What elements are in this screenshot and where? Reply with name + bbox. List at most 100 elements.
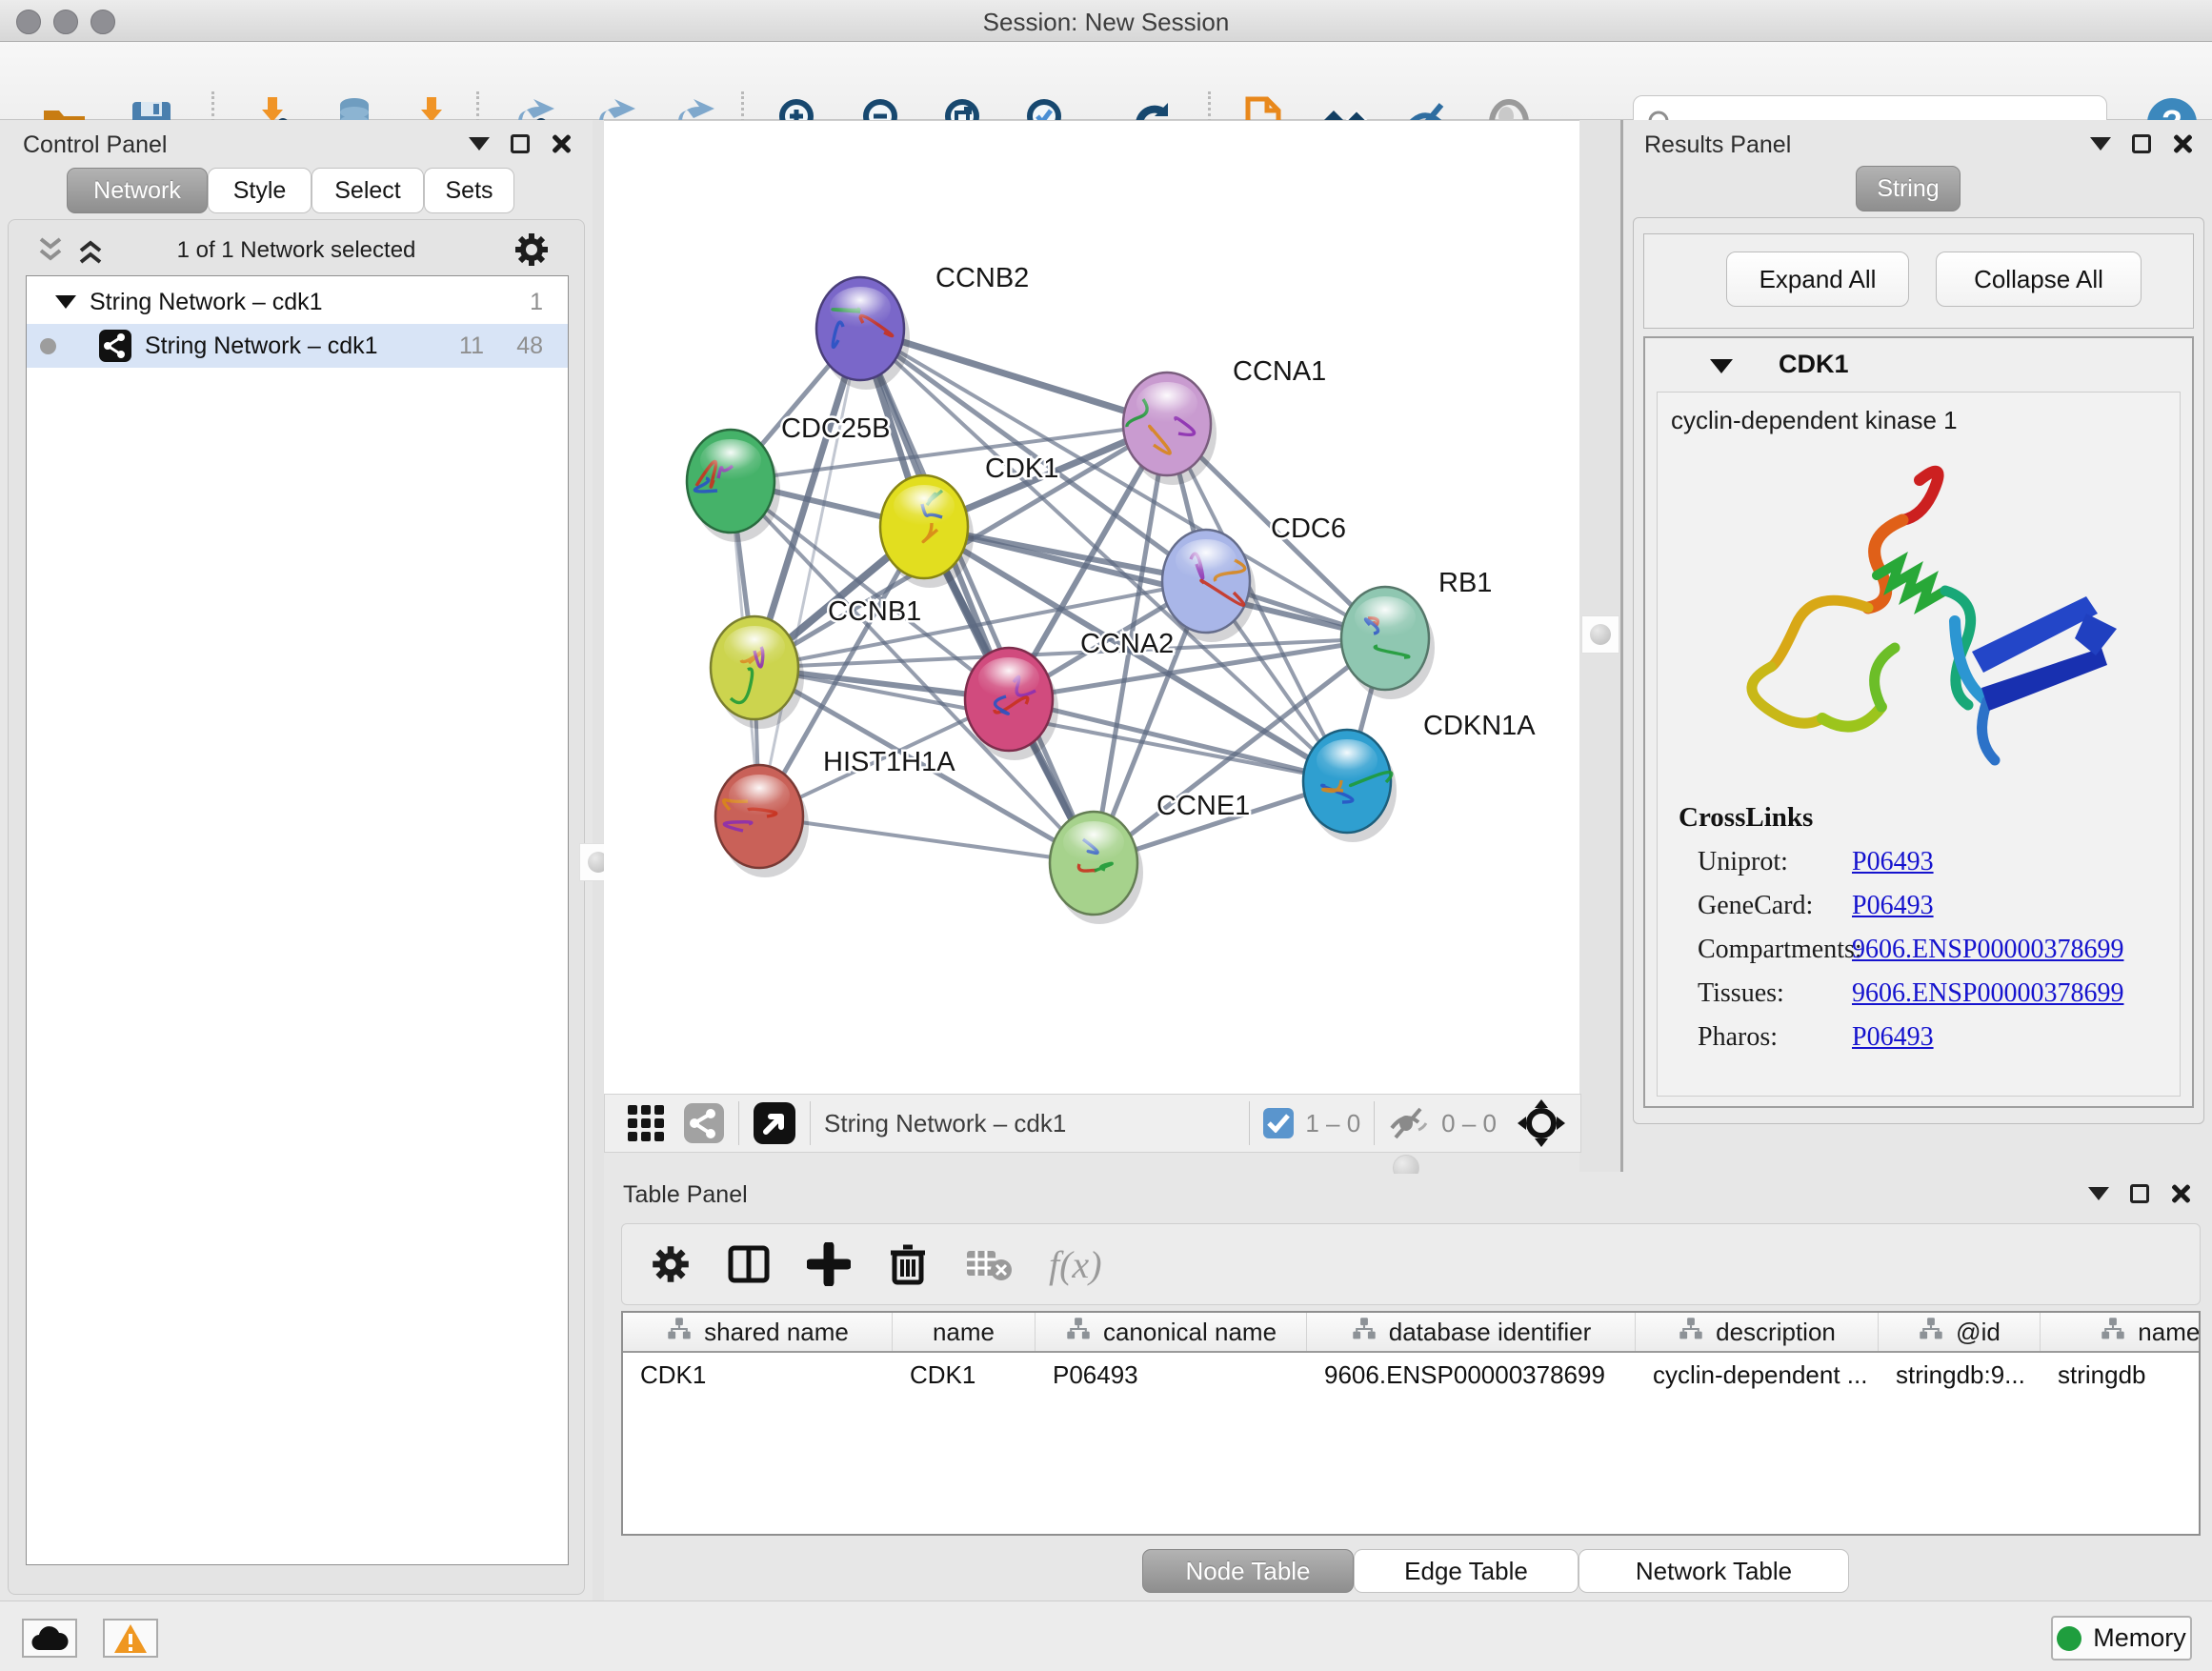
result-entry-header[interactable]: CDK1 <box>1645 344 2192 388</box>
network-node-CDKN1A[interactable]: CDKN1A <box>1303 711 1536 842</box>
control-panel-title: Control Panel <box>23 131 167 159</box>
table-cell[interactable]: stringdb <box>2041 1355 2201 1395</box>
network-node-RB1[interactable]: RB1 <box>1341 568 1492 699</box>
column-type-icon <box>1065 1317 1092 1348</box>
column-header-shared-name[interactable]: shared name <box>623 1313 893 1351</box>
node-label: CDK1 <box>985 453 1058 484</box>
entry-collapse-icon[interactable] <box>1710 359 1733 373</box>
network-tree: String Network – cdk1 1 String Network –… <box>26 275 569 1565</box>
column-header-database-identifier[interactable]: database identifier <box>1307 1313 1636 1351</box>
table-cell[interactable]: stringdb:9... <box>1879 1355 2041 1395</box>
crosslinks-title: CrossLinks <box>1679 802 2164 834</box>
birdseye-icon[interactable] <box>753 1101 796 1145</box>
network-node-HIST1H1A[interactable]: HIST1H1A <box>715 747 955 877</box>
node-table: shared name name canonical name database id… <box>621 1311 2201 1536</box>
tab-edge-table[interactable]: Edge Table <box>1354 1549 1579 1593</box>
network-collection-row[interactable]: String Network – cdk1 1 <box>27 280 568 324</box>
network-row-selected[interactable]: String Network – cdk1 11 48 <box>27 324 568 368</box>
tab-select[interactable]: Select <box>312 168 424 213</box>
panel-close-icon[interactable] <box>2170 1183 2191 1204</box>
tab-node-table[interactable]: Node Table <box>1142 1549 1354 1593</box>
panel-float-icon[interactable] <box>2130 1184 2149 1203</box>
tab-network[interactable]: Network <box>67 168 208 213</box>
crosslink-link[interactable]: 9606.ENSP00000378699 <box>1852 935 2123 965</box>
results-panel: Results Panel String Expand All Collapse… <box>1625 120 2212 1172</box>
crosshair-icon[interactable] <box>1518 1099 1565 1147</box>
add-column-icon[interactable] <box>807 1242 851 1286</box>
table-cell[interactable]: 9606.ENSP00000378699 <box>1307 1355 1636 1395</box>
results-list: CDK1 cyclin-dependent kinase 1 <box>1643 336 2194 1108</box>
table-cell[interactable]: CDK1 <box>623 1355 893 1395</box>
column-label: namespace <box>2138 1318 2201 1347</box>
table-settings-gear-icon[interactable] <box>651 1244 691 1284</box>
network-node-CCNA1[interactable]: CCNA1 <box>1123 356 1326 485</box>
table-cell[interactable]: CDK1 <box>893 1355 1036 1395</box>
column-label: database identifier <box>1389 1318 1591 1347</box>
function-builder-icon[interactable]: f(x) <box>1049 1242 1102 1287</box>
node-label: CCNA1 <box>1233 356 1326 387</box>
tab-network-table[interactable]: Network Table <box>1579 1549 1849 1593</box>
crosslink-label: Pharos: <box>1698 1022 1778 1053</box>
network-canvas[interactable]: CCNB2CCNA1CDC25BCDK1CDC6RB1CCNB1CCNA2CDK… <box>604 120 1579 1094</box>
crosslink-link[interactable]: P06493 <box>1852 891 1934 921</box>
entry-detail-card: cyclin-dependent kinase 1 <box>1657 392 2181 1097</box>
column-label: name <box>933 1318 995 1347</box>
results-button-bar: Expand All Collapse All <box>1643 233 2194 329</box>
delete-trash-icon[interactable] <box>887 1242 929 1286</box>
statusbar-separator <box>1374 1101 1375 1145</box>
statusbar-separator <box>1249 1101 1250 1145</box>
panel-menu-icon[interactable] <box>469 137 490 151</box>
delete-table-icon[interactable] <box>965 1245 1013 1283</box>
network-node-CCNE1[interactable]: CCNE1 <box>1050 791 1250 924</box>
cloud-button[interactable] <box>22 1619 77 1658</box>
crosslinks-section: CrossLinks Uniprot:P06493GeneCard:P06493… <box>1679 802 2164 1066</box>
panel-menu-icon[interactable] <box>2090 137 2111 151</box>
column-header-namespace[interactable]: namespace <box>2041 1313 2201 1351</box>
node-label: CCNB2 <box>935 263 1029 293</box>
collapse-all-button[interactable]: Collapse All <box>1936 252 2142 307</box>
title-bar: Session: New Session <box>0 0 2212 42</box>
crosslink-link[interactable]: 9606.ENSP00000378699 <box>1852 978 2123 1009</box>
grid-view-icon[interactable] <box>626 1103 666 1143</box>
gear-icon[interactable] <box>513 232 550 268</box>
column-header--id[interactable]: @id <box>1879 1313 2041 1351</box>
table-toolbar: f(x) <box>621 1223 2201 1305</box>
panel-close-icon[interactable] <box>551 133 572 154</box>
tab-string[interactable]: String <box>1856 166 1961 211</box>
node-count: 11 <box>459 332 484 360</box>
selected-checkbox-icon[interactable] <box>1263 1108 1294 1138</box>
show-columns-icon[interactable] <box>727 1242 771 1286</box>
crosslink-link[interactable]: P06493 <box>1852 847 1934 877</box>
crosslink-label: GeneCard: <box>1698 891 1813 921</box>
hidden-eye-icon[interactable] <box>1388 1107 1430 1139</box>
column-header-canonical-name[interactable]: canonical name <box>1036 1313 1307 1351</box>
column-header-description[interactable]: description <box>1636 1313 1879 1351</box>
right-splitter-handle[interactable] <box>1581 615 1619 654</box>
expand-all-button[interactable]: Expand All <box>1726 252 1909 307</box>
table-panel: Table Panel f(x) shared namenamecanonica… <box>604 1174 2212 1601</box>
network-list-panel: 1 of 1 Network selected String Network –… <box>8 219 585 1595</box>
network-share-view-icon[interactable] <box>683 1102 725 1144</box>
panel-close-icon[interactable] <box>2172 133 2193 154</box>
tab-style[interactable]: Style <box>208 168 312 213</box>
tree-expand-icon[interactable] <box>55 295 76 309</box>
memory-button[interactable]: Memory <box>2051 1616 2192 1661</box>
download-arrow-icon <box>262 97 283 122</box>
column-type-icon <box>1918 1317 1944 1348</box>
network-selection-status: 1 of 1 Network selected <box>9 237 584 264</box>
node-label: CDKN1A <box>1423 711 1536 741</box>
tab-sets[interactable]: Sets <box>424 168 514 213</box>
warning-button[interactable] <box>103 1619 158 1658</box>
crosslink-row: GeneCard: P06493 <box>1679 891 2164 935</box>
column-header-name[interactable]: name <box>893 1313 1036 1351</box>
panel-float-icon[interactable] <box>2132 134 2151 153</box>
panel-menu-icon[interactable] <box>2088 1187 2109 1200</box>
crosslink-link[interactable]: P06493 <box>1852 1022 1934 1053</box>
panel-float-icon[interactable] <box>511 134 530 153</box>
table-cell[interactable]: P06493 <box>1036 1355 1307 1395</box>
download-arrow-icon <box>421 97 442 122</box>
table-cell[interactable]: cyclin-dependent ... <box>1636 1355 1879 1395</box>
network-edge[interactable] <box>759 816 1094 863</box>
table-row[interactable]: CDK1CDK1P064939606.ENSP00000378699cyclin… <box>623 1355 2201 1395</box>
network-node-CDC25B[interactable]: CDC25B <box>687 413 890 542</box>
